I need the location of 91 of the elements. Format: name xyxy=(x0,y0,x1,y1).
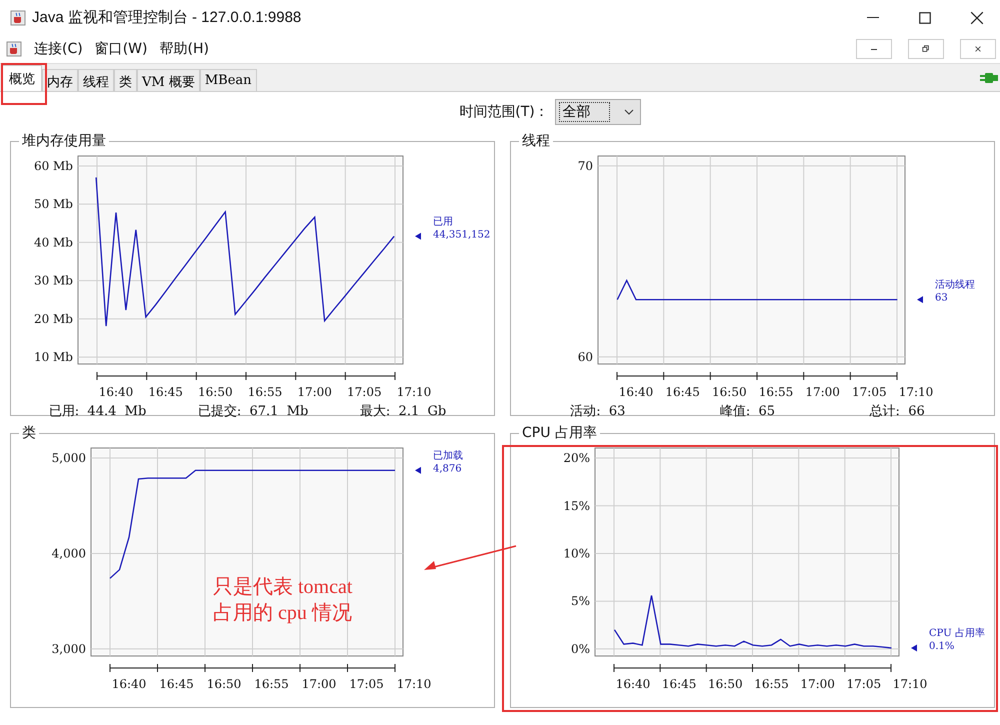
legend-value: 4,876 xyxy=(433,463,462,474)
axis-label: 40 Mb xyxy=(34,235,73,250)
legend-marker-icon xyxy=(415,466,421,474)
minimize-icon xyxy=(867,17,879,18)
close-icon xyxy=(970,10,984,24)
caret-icon xyxy=(624,109,634,115)
restore-icon xyxy=(922,45,930,53)
stat-text: 最大: 2.1 Gb xyxy=(360,403,446,420)
panel-title: 堆内存使用量 xyxy=(21,132,107,150)
stat-text: 总计: 66 xyxy=(870,403,925,420)
axis-label: 16:45 xyxy=(148,385,183,399)
axis-label: 0% xyxy=(570,642,590,656)
axis-label: 17:05 xyxy=(846,677,882,691)
restore-button[interactable] xyxy=(908,39,944,59)
axis-label: 16:55 xyxy=(754,677,789,691)
axis-label: 60 xyxy=(578,350,593,364)
stat-text: 峰值: 65 xyxy=(720,403,776,420)
legend-value: 0.1% xyxy=(929,640,954,652)
menu-item[interactable]: 帮助(H) xyxy=(159,40,209,58)
axis-label: 16:50 xyxy=(198,385,233,399)
time-range-dropdown[interactable]: 全部 xyxy=(554,99,641,125)
axis-label: 17:00 xyxy=(302,677,336,691)
axis-label: 3,000 xyxy=(52,642,86,656)
axis-label: 17:10 xyxy=(898,385,934,399)
axis-label: 16:45 xyxy=(665,385,700,399)
axis-label: 17:00 xyxy=(800,677,835,691)
axis-label: 16:40 xyxy=(616,677,650,691)
coffee-cup-icon xyxy=(6,41,22,57)
maximize-icon xyxy=(918,10,932,24)
legend-marker-icon xyxy=(917,296,923,304)
axis-label: 16:40 xyxy=(98,385,134,399)
legend-label: 活动线程 xyxy=(935,280,975,291)
axis-label: 70 xyxy=(578,158,593,173)
legend-value: 44,351,152 xyxy=(433,229,490,240)
tab[interactable]: 内存 xyxy=(42,69,78,91)
axis-label: 16:45 xyxy=(662,677,696,691)
tab[interactable]: VM 概要 xyxy=(137,69,200,91)
stat-text: 已用: 44.4 Mb xyxy=(48,403,146,420)
panel-title: 类 xyxy=(21,424,37,442)
axis-label: 5% xyxy=(570,594,590,608)
legend-label: 已加载 xyxy=(433,450,463,462)
legend-marker-icon xyxy=(911,644,917,652)
axis-label: 16:50 xyxy=(708,677,743,691)
legend-value: 63 xyxy=(935,292,948,304)
axis-label: 4,000 xyxy=(52,546,86,560)
axis-label: 16:55 xyxy=(758,385,794,399)
time-range-label: 时间范围(T)： xyxy=(459,103,549,121)
axis-label: 17:05 xyxy=(852,385,887,399)
tab[interactable]: MBean xyxy=(200,69,257,91)
plug-icon[interactable] xyxy=(978,71,998,85)
tab[interactable]: 概览 xyxy=(2,65,42,91)
tab[interactable]: 类 xyxy=(114,69,137,91)
tab[interactable]: 线程 xyxy=(78,69,114,91)
panel-title: 线程 xyxy=(521,132,551,150)
axis-label: 60 Mb xyxy=(34,158,73,173)
menu-item[interactable]: 连接(C) xyxy=(34,40,83,58)
axis-label: 17:05 xyxy=(349,677,384,691)
legend-label: 已用 xyxy=(433,216,453,228)
axis-label: 15% xyxy=(563,498,590,513)
axis-label: 20 Mb xyxy=(34,312,73,326)
menu-item[interactable]: 窗口(W) xyxy=(94,40,148,58)
axis-label: 16:40 xyxy=(618,385,654,399)
axis-label: 16:40 xyxy=(112,677,146,691)
annotation-text: 只是代表 tomcat 占用的 cpu 情况 xyxy=(213,575,352,626)
axis-label: 16:55 xyxy=(254,677,289,691)
coffee-cup-icon xyxy=(10,10,26,26)
axis-label: 5,000 xyxy=(52,451,86,466)
window-title: Java 监视和管理控制台 - 127.0.0.1:9988 xyxy=(32,8,302,27)
legend-marker-icon xyxy=(415,232,421,240)
axis-label: 10 Mb xyxy=(34,350,73,364)
axis-label: 16:50 xyxy=(206,677,242,691)
minimize-icon xyxy=(871,48,877,50)
axis-label: 17:05 xyxy=(347,385,382,399)
axis-label: 16:55 xyxy=(248,385,282,399)
axis-label: 30 Mb xyxy=(34,274,73,288)
stat-text: 活动: 63 xyxy=(570,403,626,420)
axis-label: 17:10 xyxy=(892,677,928,691)
axis-label: 10% xyxy=(563,546,590,560)
axis-label: 17:10 xyxy=(396,677,432,691)
axis-label: 17:00 xyxy=(297,385,332,399)
close-icon xyxy=(974,45,982,53)
axis-label: 16:50 xyxy=(712,385,747,399)
axis-label: 50 Mb xyxy=(34,197,73,212)
axis-label: 17:00 xyxy=(805,385,840,399)
axis-label: 17:10 xyxy=(396,385,432,399)
panel-title: CPU 占用率 xyxy=(521,424,598,442)
highlight-box xyxy=(1,63,47,105)
axis-label: 16:45 xyxy=(159,677,194,691)
stat-text: 已提交: 67.1 Mb xyxy=(198,403,308,420)
axis-label: 20% xyxy=(563,451,590,466)
legend-label: CPU 占用率 xyxy=(929,628,985,639)
